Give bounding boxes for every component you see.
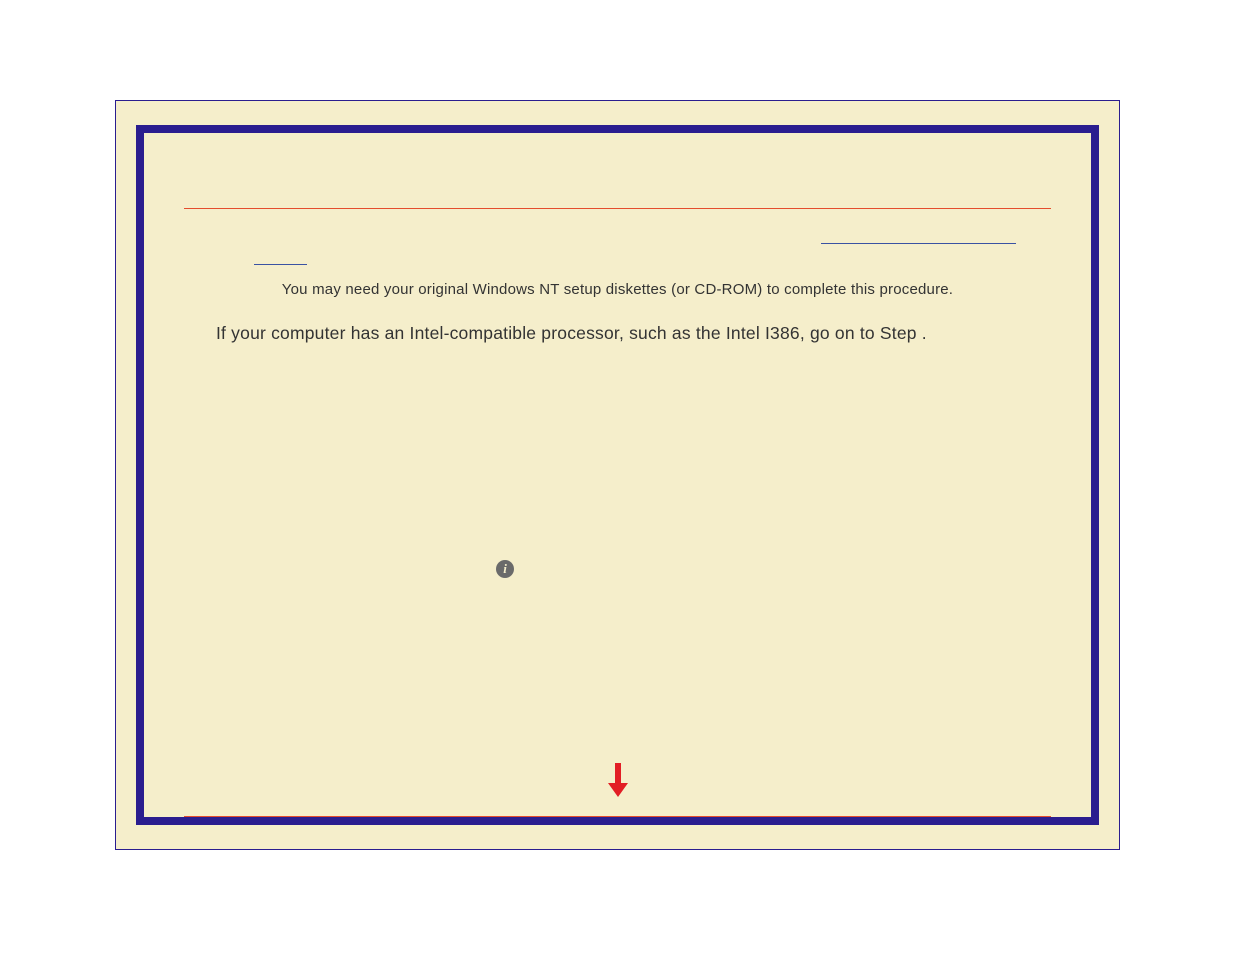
info-icon-glyph: i [503, 562, 507, 575]
content-area: You may need your original Windows NT se… [144, 133, 1091, 817]
top-rule [184, 208, 1051, 209]
link-underline-right[interactable] [821, 243, 1016, 244]
inner-frame: You may need your original Windows NT se… [136, 125, 1099, 825]
outer-frame: You may need your original Windows NT se… [115, 100, 1120, 850]
link-underline-small[interactable] [254, 264, 307, 265]
down-arrow-icon[interactable] [606, 763, 630, 797]
note-text: You may need your original Windows NT se… [144, 281, 1091, 298]
body-text: If your computer has an Intel-compatible… [216, 323, 927, 344]
info-icon: i [496, 560, 514, 578]
bottom-rule [184, 816, 1051, 817]
